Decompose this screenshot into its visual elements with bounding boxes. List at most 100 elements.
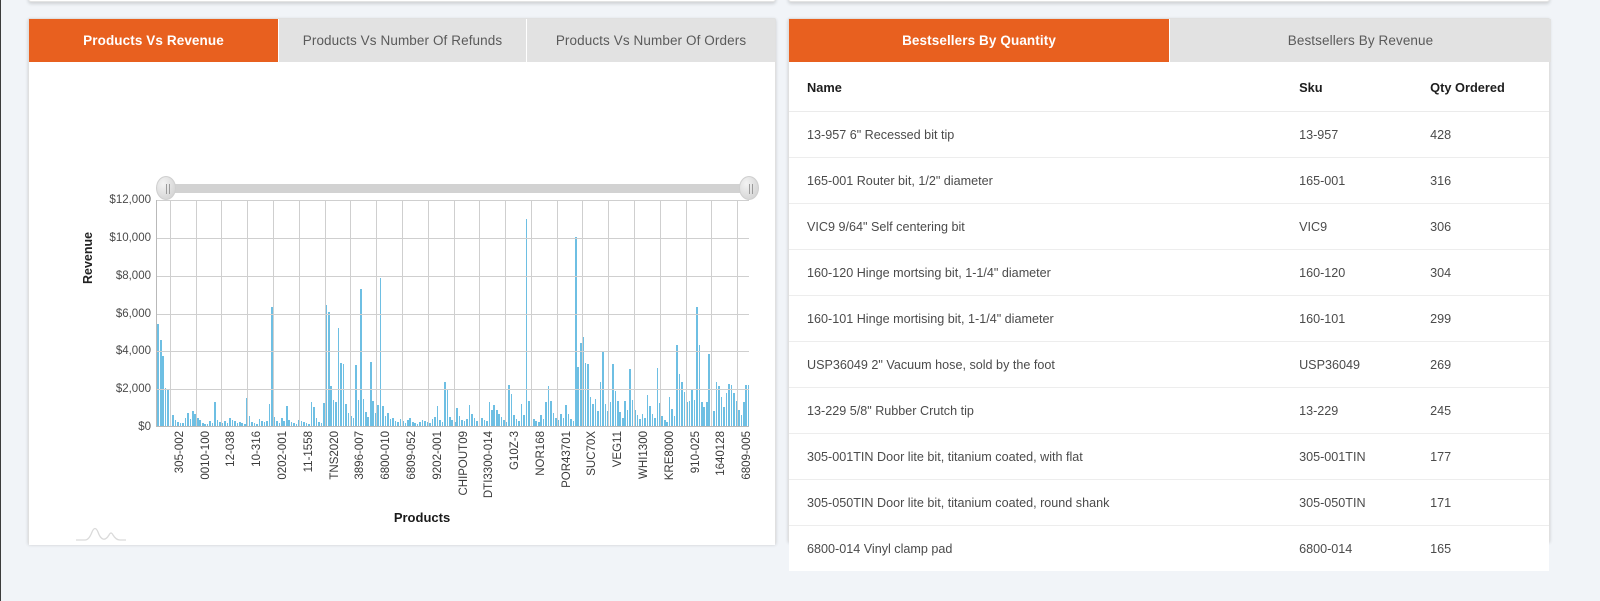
- chart-bar[interactable]: [456, 408, 458, 426]
- chart-bar[interactable]: [674, 416, 676, 426]
- chart-bar[interactable]: [738, 410, 740, 426]
- chart-bar[interactable]: [316, 418, 318, 426]
- chart-bar[interactable]: [392, 418, 394, 426]
- chart-bar[interactable]: [162, 356, 164, 426]
- chart-bar[interactable]: [182, 423, 184, 426]
- chart-bar[interactable]: [429, 423, 431, 426]
- chart-bar[interactable]: [358, 400, 360, 426]
- chart-bar[interactable]: [192, 411, 194, 426]
- chart-bar[interactable]: [288, 420, 290, 426]
- chart-bar[interactable]: [296, 424, 298, 426]
- chart-bar[interactable]: [696, 307, 698, 426]
- chart-bar[interactable]: [671, 409, 673, 426]
- table-row[interactable]: VIC9 9/64" Self centering bitVIC9306: [789, 204, 1549, 250]
- chart-bar[interactable]: [372, 401, 374, 426]
- chart-bar[interactable]: [508, 385, 510, 426]
- chart-bar[interactable]: [439, 420, 441, 426]
- chart-bar[interactable]: [661, 416, 663, 426]
- chart-bar[interactable]: [365, 412, 367, 426]
- chart-bar[interactable]: [647, 395, 649, 426]
- chart-bar[interactable]: [471, 414, 473, 426]
- table-row[interactable]: 305-050TIN Door lite bit, titanium coate…: [789, 480, 1549, 526]
- chart-bar[interactable]: [409, 418, 411, 426]
- chart-bar[interactable]: [175, 420, 177, 426]
- chart-bar[interactable]: [318, 422, 320, 426]
- chart-bar[interactable]: [207, 424, 209, 426]
- chart-bar[interactable]: [370, 362, 372, 426]
- chart-bar[interactable]: [592, 404, 594, 426]
- chart-bar[interactable]: [345, 404, 347, 426]
- tab-products-vs-revenue[interactable]: Products Vs Revenue: [29, 19, 279, 62]
- chart-bar[interactable]: [204, 424, 206, 426]
- chart-bar[interactable]: [560, 414, 562, 426]
- chart-bar[interactable]: [338, 328, 340, 426]
- chart-bar[interactable]: [476, 421, 478, 426]
- chart-bar[interactable]: [637, 415, 639, 426]
- chart-bar[interactable]: [745, 385, 747, 426]
- chart-bar[interactable]: [249, 416, 251, 426]
- chart-bar[interactable]: [244, 424, 246, 426]
- table-row[interactable]: 305-001TIN Door lite bit, titanium coate…: [789, 434, 1549, 480]
- chart-bar[interactable]: [355, 365, 357, 426]
- chart-bar[interactable]: [437, 406, 439, 426]
- chart-bar[interactable]: [442, 422, 444, 426]
- chart-bar[interactable]: [481, 418, 483, 427]
- chart-bar[interactable]: [568, 414, 570, 426]
- chart-bar[interactable]: [563, 418, 565, 426]
- chart-bar[interactable]: [612, 364, 614, 426]
- chart-bar[interactable]: [548, 386, 550, 426]
- chart-bar[interactable]: [701, 402, 703, 426]
- chart-bar[interactable]: [545, 402, 547, 426]
- chart-bar[interactable]: [543, 419, 545, 426]
- chart-bar[interactable]: [241, 423, 243, 426]
- chart-bar[interactable]: [585, 363, 587, 426]
- chart-bar[interactable]: [676, 345, 678, 426]
- chart-bar[interactable]: [639, 419, 641, 426]
- chart-bar[interactable]: [587, 364, 589, 426]
- chart-bar[interactable]: [414, 423, 416, 426]
- column-header-qty-ordered[interactable]: Qty Ordered: [1430, 62, 1549, 112]
- chart-bar[interactable]: [644, 418, 646, 426]
- chart-bar[interactable]: [432, 419, 434, 426]
- range-slider-handle-left[interactable]: [156, 176, 176, 200]
- chart-bar[interactable]: [743, 402, 745, 426]
- chart-bar[interactable]: [590, 397, 592, 426]
- chart-bar[interactable]: [610, 402, 612, 426]
- chart-bar[interactable]: [434, 417, 436, 426]
- chart-bar[interactable]: [313, 407, 315, 426]
- chart-bar[interactable]: [185, 418, 187, 426]
- chart-bar[interactable]: [718, 386, 720, 426]
- chart-bar[interactable]: [577, 367, 579, 426]
- chart-bar[interactable]: [214, 402, 216, 426]
- chart-bar[interactable]: [328, 312, 330, 426]
- table-row[interactable]: 160-120 Hinge mortsing bit, 1-1/4" diame…: [789, 250, 1549, 296]
- chart-bar[interactable]: [412, 422, 414, 426]
- chart-bar[interactable]: [180, 423, 182, 426]
- chart-range-slider[interactable]: [156, 176, 759, 200]
- chart-bar[interactable]: [666, 422, 668, 426]
- chart-bar[interactable]: [254, 423, 256, 426]
- chart-bar[interactable]: [390, 419, 392, 426]
- chart-bar[interactable]: [706, 402, 708, 426]
- chart-bar[interactable]: [283, 421, 285, 426]
- chart-bar[interactable]: [422, 420, 424, 426]
- chart-bar[interactable]: [286, 406, 288, 426]
- table-row[interactable]: 13-957 6" Recessed bit tip13-957428: [789, 112, 1549, 158]
- chart-bar[interactable]: [689, 401, 691, 426]
- chart-bar[interactable]: [232, 420, 234, 426]
- chart-bar[interactable]: [565, 405, 567, 426]
- chart-bar[interactable]: [256, 424, 258, 426]
- chart-bar[interactable]: [333, 400, 335, 426]
- chart-bar[interactable]: [400, 419, 402, 426]
- chart-bar[interactable]: [723, 407, 725, 426]
- chart-bar[interactable]: [387, 413, 389, 426]
- chart-bar[interactable]: [540, 415, 542, 426]
- chart-bar[interactable]: [617, 401, 619, 426]
- chart-bar[interactable]: [335, 402, 337, 426]
- chart-bar[interactable]: [165, 388, 167, 426]
- chart-bar[interactable]: [353, 418, 355, 426]
- chart-bar[interactable]: [199, 420, 201, 426]
- chart-bar[interactable]: [237, 423, 239, 426]
- chart-bar[interactable]: [187, 413, 189, 426]
- chart-bar[interactable]: [276, 421, 278, 426]
